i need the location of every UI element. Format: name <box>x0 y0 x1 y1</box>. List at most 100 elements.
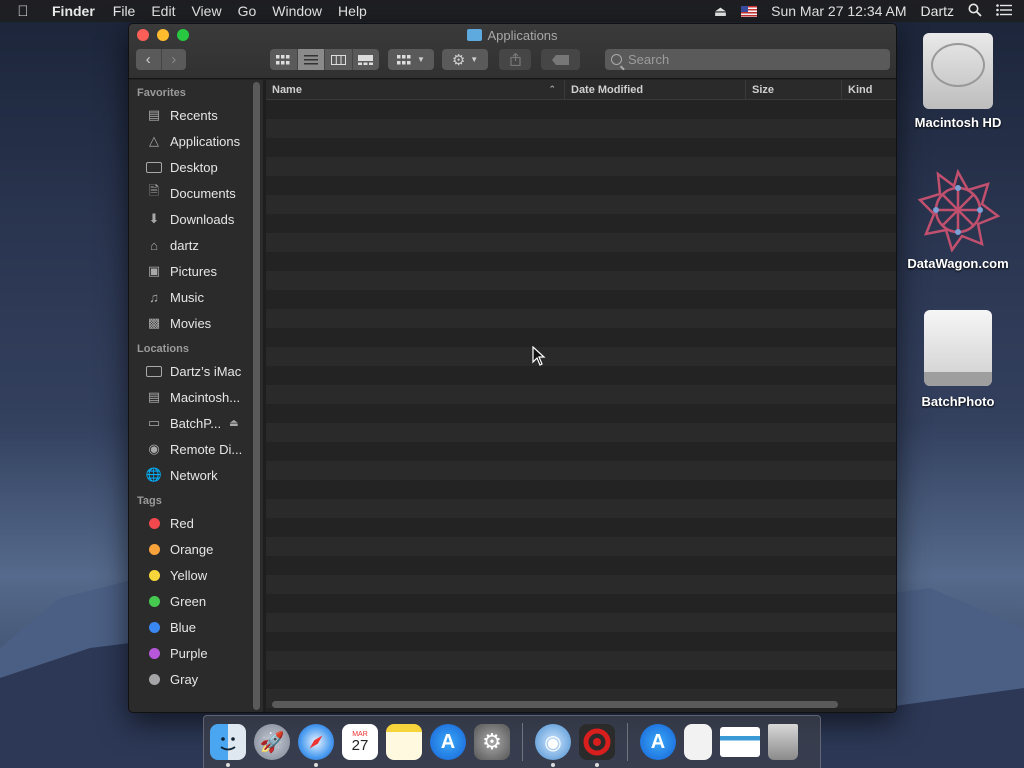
column-header-size[interactable]: Size <box>746 80 842 99</box>
menu-view[interactable]: View <box>183 3 229 19</box>
sidebar-item-label: Green <box>170 593 207 609</box>
menu-help[interactable]: Help <box>330 3 375 19</box>
sidebar-item-imac[interactable]: Dartz’s iMac <box>129 358 263 384</box>
share-button[interactable] <box>499 49 531 70</box>
sidebar-item-desktop[interactable]: Desktop <box>129 154 263 180</box>
desktop-icon-label: Macintosh HD <box>914 115 1002 130</box>
chevron-down-icon: ▼ <box>470 55 479 64</box>
desktop-icon-macintosh-hd[interactable]: Macintosh HD <box>903 33 1013 130</box>
desktop-icon-datawagon[interactable]: DataWagon.com <box>903 168 1013 271</box>
menu-window[interactable]: Window <box>264 3 330 19</box>
menu-go[interactable]: Go <box>230 3 265 19</box>
search-input[interactable] <box>628 52 868 67</box>
sidebar-section-locations: Locations <box>137 343 189 355</box>
edit-tags-button[interactable] <box>541 49 580 70</box>
menubar-user[interactable]: Dartz <box>921 3 954 19</box>
menu-file[interactable]: File <box>105 3 144 19</box>
sidebar-item-documents[interactable]: 🗎 Documents <box>129 180 263 206</box>
downloads-stack-icon[interactable] <box>720 727 760 757</box>
sidebar-tag-red[interactable]: Red <box>129 510 263 536</box>
sidebar-item-label: Network <box>170 467 218 483</box>
column-header-date-modified[interactable]: Date Modified <box>565 80 746 99</box>
sidebar-section-tags: Tags <box>137 495 162 507</box>
sidebar-item-label: Remote Di... <box>170 441 243 457</box>
sidebar-item-batchphoto[interactable]: ▭ BatchP... ⏏ <box>129 410 263 436</box>
sidebar-tag-blue[interactable]: Blue <box>129 614 263 640</box>
sidebar-item-remote-disc[interactable]: ◉ Remote Di... <box>129 436 263 462</box>
forward-button[interactable]: › <box>160 49 187 70</box>
system-preferences-icon[interactable]: ⚙ <box>474 724 510 760</box>
action-menu-button[interactable]: ⚙ ▼ <box>442 49 488 70</box>
sidebar-item-network[interactable]: 🌐 Network <box>129 462 263 488</box>
search-field[interactable] <box>605 49 890 70</box>
external-disk-icon: ▭ <box>147 415 161 430</box>
trash-icon[interactable] <box>768 724 798 760</box>
eject-icon[interactable]: ⏏ <box>229 418 238 429</box>
menu-edit[interactable]: Edit <box>143 3 183 19</box>
sidebar-section-favorites: Favorites <box>137 87 186 99</box>
tag-dot-icon <box>149 621 160 633</box>
sidebar-item-macintosh-hd[interactable]: ▤ Macintosh... <box>129 384 263 410</box>
notification-list-icon[interactable] <box>996 3 1012 19</box>
empty-list-area[interactable] <box>266 100 896 712</box>
column-header-kind[interactable]: Kind <box>842 80 896 99</box>
network-radar-icon[interactable]: ◉ <box>535 724 571 767</box>
batchphoto-icon[interactable] <box>579 724 615 767</box>
tag-dot-icon <box>149 569 160 581</box>
app-store-icon[interactable]: A <box>430 724 466 760</box>
menu-app-finder[interactable]: Finder <box>46 3 105 19</box>
sidebar-item-music[interactable]: ♫ Music <box>129 284 263 310</box>
desktop-icon-label: BatchPhoto <box>921 394 995 409</box>
pictures-icon: ▣ <box>147 263 161 278</box>
spotlight-icon[interactable] <box>968 3 982 20</box>
remote-disc-icon: ◉ <box>148 441 160 456</box>
sidebar-tag-orange[interactable]: Orange <box>129 536 263 562</box>
search-icon <box>611 54 622 65</box>
documents-icon: 🗎 <box>148 183 160 198</box>
launchpad-icon[interactable]: 🚀 <box>254 724 290 760</box>
list-view-button[interactable] <box>297 49 325 70</box>
sidebar-item-label: Documents <box>170 185 236 201</box>
chevron-down-icon: ▼ <box>417 55 425 64</box>
horizontal-scrollbar[interactable] <box>272 701 838 708</box>
sidebar-item-pictures[interactable]: ▣ Pictures <box>129 258 263 284</box>
apple-menu-icon[interactable]:  <box>0 3 46 20</box>
sidebar-item-recents[interactable]: ▤ Recents <box>129 102 263 128</box>
sidebar-tag-green[interactable]: Green <box>129 588 263 614</box>
sidebar-scrollbar[interactable] <box>253 82 260 710</box>
tag-dot-icon <box>149 543 160 555</box>
app-store-folder-icon[interactable]: A <box>640 724 676 760</box>
sidebar-tag-purple[interactable]: Purple <box>129 640 263 666</box>
calendar-icon[interactable]: MAR 27 <box>342 724 378 760</box>
icon-view-button[interactable] <box>270 49 298 70</box>
tag-dot-icon <box>149 647 160 659</box>
safari-icon[interactable] <box>298 724 334 767</box>
sidebar-item-label: Music <box>170 289 204 305</box>
imac-icon <box>145 364 163 378</box>
file-list: Name ⌃ Date Modified Size Kind <box>266 80 896 712</box>
sidebar-tag-gray[interactable]: Gray <box>129 666 263 692</box>
gallery-view-button[interactable] <box>353 49 380 70</box>
group-by-button[interactable]: ▼ <box>388 49 434 70</box>
sidebar-item-home[interactable]: ⌂ dartz <box>129 232 263 258</box>
sidebar-item-applications[interactable]: △ Applications <box>129 128 263 154</box>
sidebar-item-downloads[interactable]: ⬇ Downloads <box>129 206 263 232</box>
document-icon[interactable] <box>684 724 712 760</box>
music-icon: ♫ <box>149 289 159 305</box>
sidebar-item-label: BatchP... <box>170 415 222 431</box>
column-header-name[interactable]: Name ⌃ <box>266 80 565 99</box>
sidebar-item-label: Applications <box>170 133 241 149</box>
us-flag-icon[interactable] <box>741 5 758 17</box>
sidebar-item-movies[interactable]: ▩ Movies <box>129 310 263 336</box>
eject-icon[interactable]: ⏏ <box>714 3 727 20</box>
mouse-cursor-icon <box>532 346 546 366</box>
notes-icon[interactable] <box>386 724 422 760</box>
desktop-icon-batchphoto[interactable]: BatchPhoto <box>903 310 1013 409</box>
sidebar-item-label: Pictures <box>170 263 217 279</box>
menubar-datetime[interactable]: Sun Mar 27 12:34 AM <box>771 3 906 19</box>
finder-icon[interactable] <box>210 724 246 767</box>
back-button[interactable]: ‹ <box>136 49 161 70</box>
hard-disk-icon: ▤ <box>147 389 161 404</box>
column-view-button[interactable] <box>325 49 353 70</box>
sidebar-tag-yellow[interactable]: Yellow <box>129 562 263 588</box>
